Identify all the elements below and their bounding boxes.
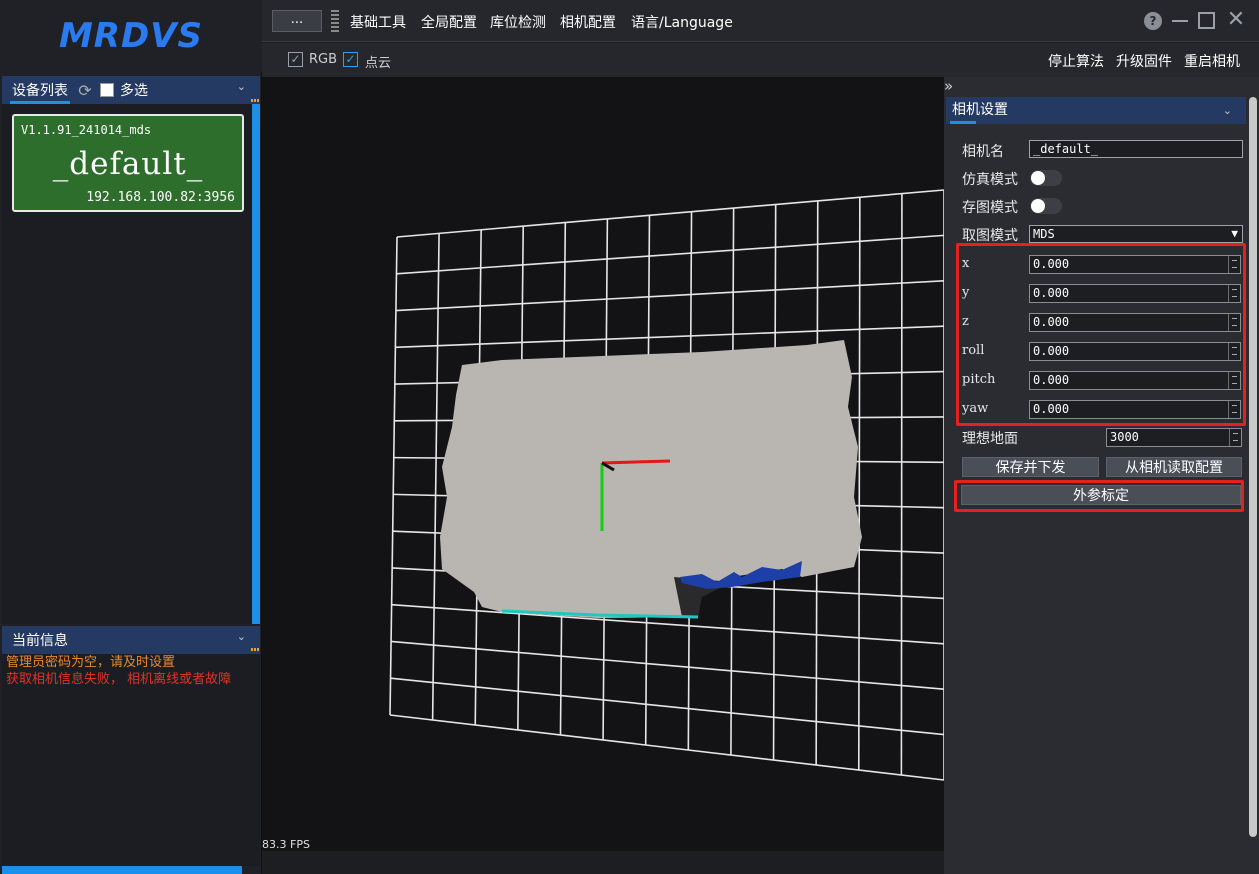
pointcloud-label: 点云 [365,56,392,71]
fps-counter: 83.3 FPS [262,838,310,851]
spinner-icon[interactable] [1229,429,1241,446]
toolbar-grip-icon[interactable] [331,10,339,34]
device-list-title: 设备列表 [12,83,68,99]
info-message-warning: 管理员密码为空，请及时设置 [6,655,176,670]
device-list-scrollbar[interactable] [252,104,260,624]
pointcloud-viewport[interactable]: 83.3 FPS [262,77,944,851]
grid-line [391,640,944,691]
panel-resize-handle[interactable] [251,99,259,102]
grid-line [395,279,944,312]
grid-line [389,714,944,781]
view-toolbar: ✓ RGB ✓ 点云 停止算法 升级固件 重启相机 [262,43,1259,77]
menu-bar: ... 基础工具 全局配置 库位检测 相机配置 语言/Language ? ✕ [262,0,1259,42]
pointcloud-scene [389,189,944,781]
capture-mode-select[interactable]: MDS ▼ [1029,225,1243,243]
restart-camera-button[interactable]: 重启相机 [1184,51,1240,71]
info-panel-header: 当前信息 ⌄ [2,626,260,654]
menu-camera-config[interactable]: 相机配置 [560,12,616,32]
grid-line [395,325,944,349]
viewport-bottom-bar [262,851,944,874]
chevron-down-icon[interactable]: ⌄ [1223,97,1232,124]
rgb-label: RGB [309,52,338,67]
device-card[interactable]: V1.1.91_241014_mds _default_ 192.168.100… [12,114,244,212]
highlight-frame [954,480,1244,512]
left-sidebar: MRDVS 设备列表 ⟳ 多选 ⌄ V1.1.91_241014_mds _de… [0,0,262,874]
menu-global-config[interactable]: 全局配置 [421,12,477,32]
ideal-ground-label: 理想地面 [962,431,1018,447]
grid-line [390,677,944,736]
more-button[interactable]: ... [272,10,322,32]
info-log: 管理员密码为空，请及时设置 获取相机信息失败， 相机离线或者故障 [2,654,260,866]
camera-settings-header: 相机设置 ⌄ [946,97,1246,124]
save-image-toggle[interactable] [1030,198,1062,214]
axis-x [601,459,671,465]
camera-name-label: 相机名 [962,144,1004,160]
refresh-icon[interactable]: ⟳ [76,81,94,100]
sidebar-scrollbar[interactable] [2,866,242,874]
menu-language[interactable]: 语言/Language [631,12,733,32]
chevron-down-icon[interactable]: ⌄ [237,80,246,93]
grid-line [431,233,440,721]
settings-scrollbar[interactable] [1249,97,1257,837]
sim-mode-toggle[interactable] [1030,170,1062,186]
grid-line [396,234,944,275]
ideal-ground-value: 3000 [1110,430,1139,444]
capture-mode-value: MDS [1033,227,1055,241]
multi-select-label: 多选 [120,83,148,99]
grid-line [389,236,398,716]
capture-mode-label: 取图模式 [962,228,1018,244]
brand-logo: MRDVS [0,0,262,72]
rgb-checkbox[interactable]: ✓ [288,52,303,67]
info-panel-title: 当前信息 [12,633,68,649]
info-message-error: 获取相机信息失败， 相机离线或者故障 [6,672,232,687]
device-list: V1.1.91_241014_mds _default_ 192.168.100… [2,104,252,624]
close-icon[interactable]: ✕ [1224,6,1248,34]
toggle-knob [1031,199,1045,213]
grid-line [857,197,861,771]
menu-basic-tools[interactable]: 基础工具 [350,12,406,32]
toggle-knob [1031,171,1045,185]
device-address: 192.168.100.82:3956 [86,190,235,205]
device-version: V1.1.91_241014_mds [21,123,152,137]
multi-select-checkbox[interactable] [100,83,114,97]
stop-algorithm-button[interactable]: 停止算法 [1048,51,1104,71]
camera-settings-panel: » 相机设置 ⌄ 相机名 _default_ 仿真模式 存图模式 取图模式 MD… [944,77,1259,874]
header-underline [950,121,976,124]
highlight-frame [956,243,1246,426]
device-list-header: 设备列表 ⟳ 多选 ⌄ [2,76,260,104]
upgrade-firmware-button[interactable]: 升级固件 [1116,51,1172,71]
device-name: _default_ [52,146,204,182]
pointcloud-checkbox[interactable]: ✓ [343,52,358,67]
menu-slot-detection[interactable]: 库位检测 [490,12,546,32]
camera-name-input[interactable]: _default_ [1029,140,1243,158]
camera-settings-title: 相机设置 [952,102,1008,118]
collapse-panel-icon[interactable]: » [944,77,960,95]
sim-mode-label: 仿真模式 [962,172,1018,188]
chevron-down-icon[interactable]: ⌄ [237,630,246,643]
logo-text: MRDVS [58,16,204,56]
save-image-label: 存图模式 [962,200,1018,216]
maximize-icon[interactable] [1198,12,1215,29]
panel-resize-handle[interactable] [251,648,259,651]
grid-line [900,193,903,776]
read-from-camera-button[interactable]: 从相机读取配置 [1106,457,1242,477]
chevron-down-icon: ▼ [1231,227,1238,240]
minimize-icon[interactable] [1172,20,1188,22]
grid-line [396,189,944,238]
help-icon[interactable]: ? [1144,12,1162,30]
ideal-ground-input[interactable]: 3000 [1106,428,1242,447]
save-and-apply-button[interactable]: 保存并下发 [962,457,1099,477]
